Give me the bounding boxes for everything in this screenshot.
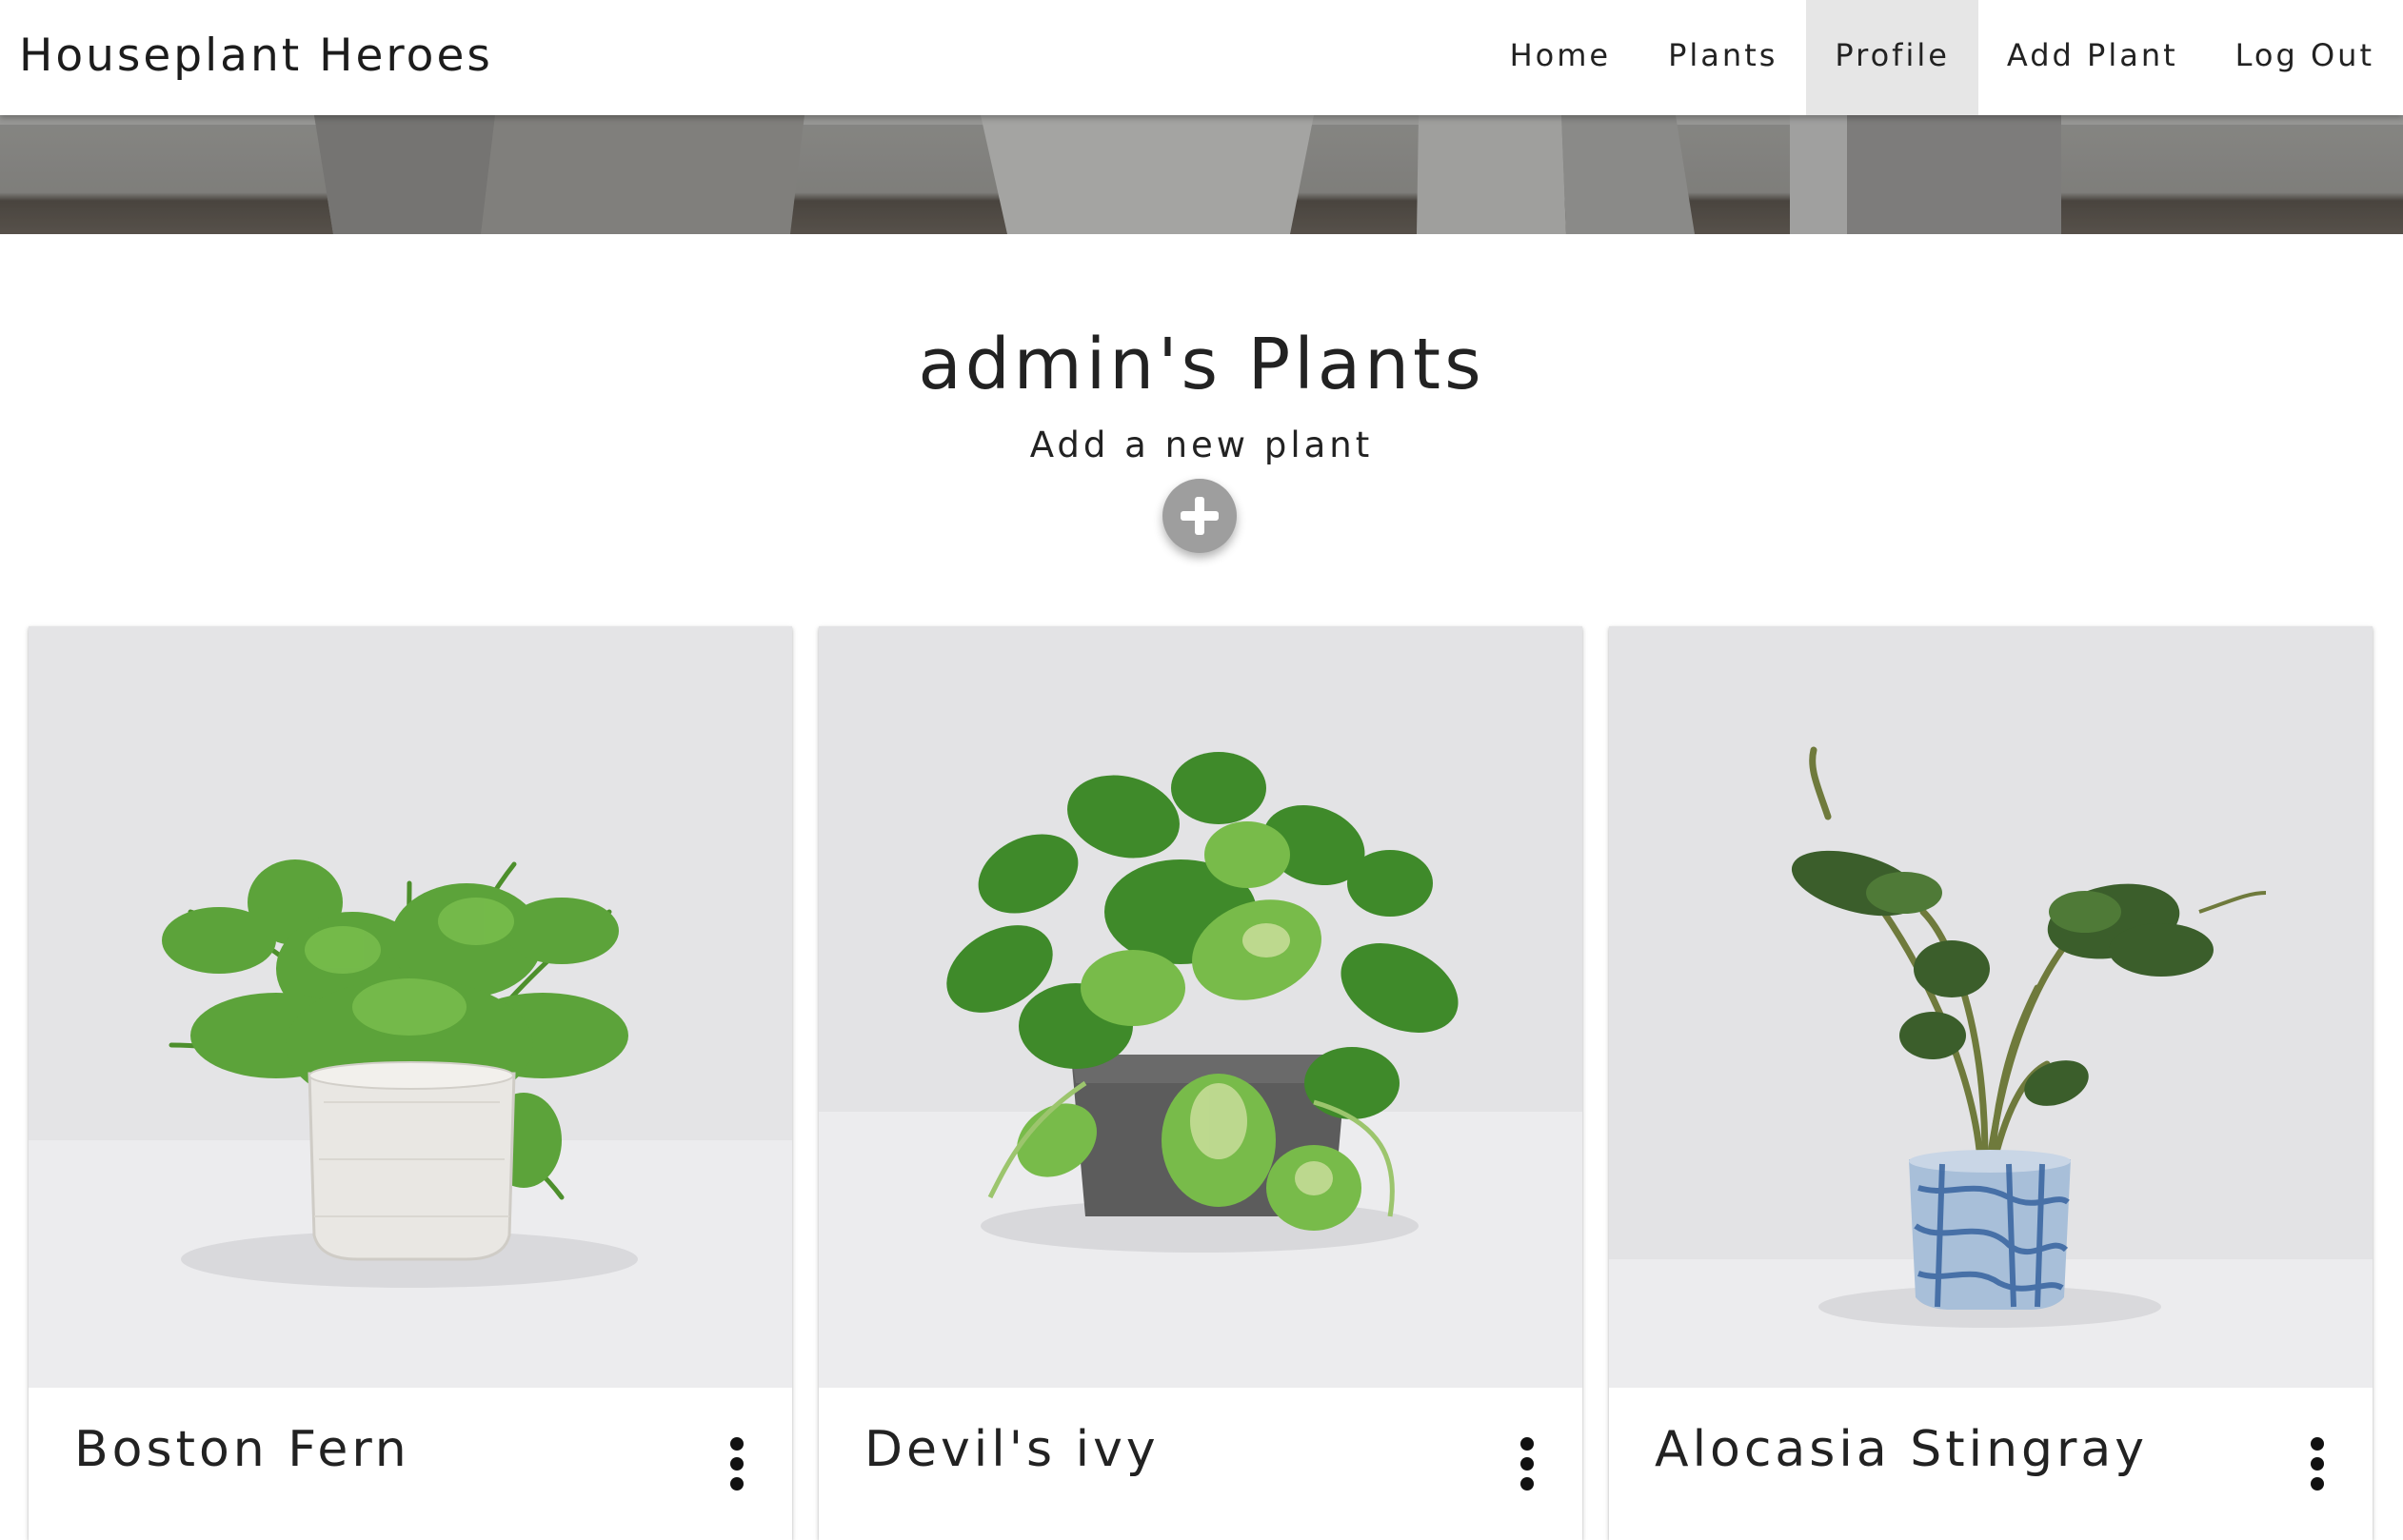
add-plant-caption: Add a new plant xyxy=(1029,424,1374,465)
more-vert-icon[interactable] xyxy=(727,1437,746,1491)
more-vert-icon[interactable] xyxy=(2308,1437,2327,1491)
plant-card: Boston Fern xyxy=(29,626,792,1540)
plant-card: Alocasia Stingray xyxy=(1609,626,2373,1540)
nav-add-plant[interactable]: Add Plant xyxy=(1978,0,2207,115)
nav-profile[interactable]: Profile xyxy=(1806,0,1978,115)
nav-home[interactable]: Home xyxy=(1481,0,1640,115)
plant-image-alocasia-stingray[interactable] xyxy=(1609,626,2373,1388)
plant-card-title[interactable]: Boston Fern xyxy=(74,1421,410,1478)
page-title: admin's Plants xyxy=(918,324,1485,405)
plant-card: Devil's ivy xyxy=(819,626,1582,1540)
hero-banner-image xyxy=(0,115,2403,234)
nav-plants[interactable]: Plants xyxy=(1639,0,1806,115)
nav-log-out[interactable]: Log Out xyxy=(2207,0,2403,115)
more-vert-icon[interactable] xyxy=(1518,1437,1537,1491)
brand-logo[interactable]: Houseplant Heroes xyxy=(19,0,493,115)
top-navbar: Houseplant Heroes Home Plants Profile Ad… xyxy=(0,0,2403,115)
plant-image-boston-fern[interactable] xyxy=(29,626,792,1388)
plant-card-title[interactable]: Alocasia Stingray xyxy=(1655,1421,2148,1478)
add-plant-button[interactable] xyxy=(1162,479,1237,553)
plant-card-title[interactable]: Devil's ivy xyxy=(864,1421,1160,1478)
plant-image-devils-ivy[interactable] xyxy=(819,626,1582,1388)
nav-links: Home Plants Profile Add Plant Log Out xyxy=(1481,0,2403,115)
hero-photo-pots xyxy=(0,115,2403,234)
